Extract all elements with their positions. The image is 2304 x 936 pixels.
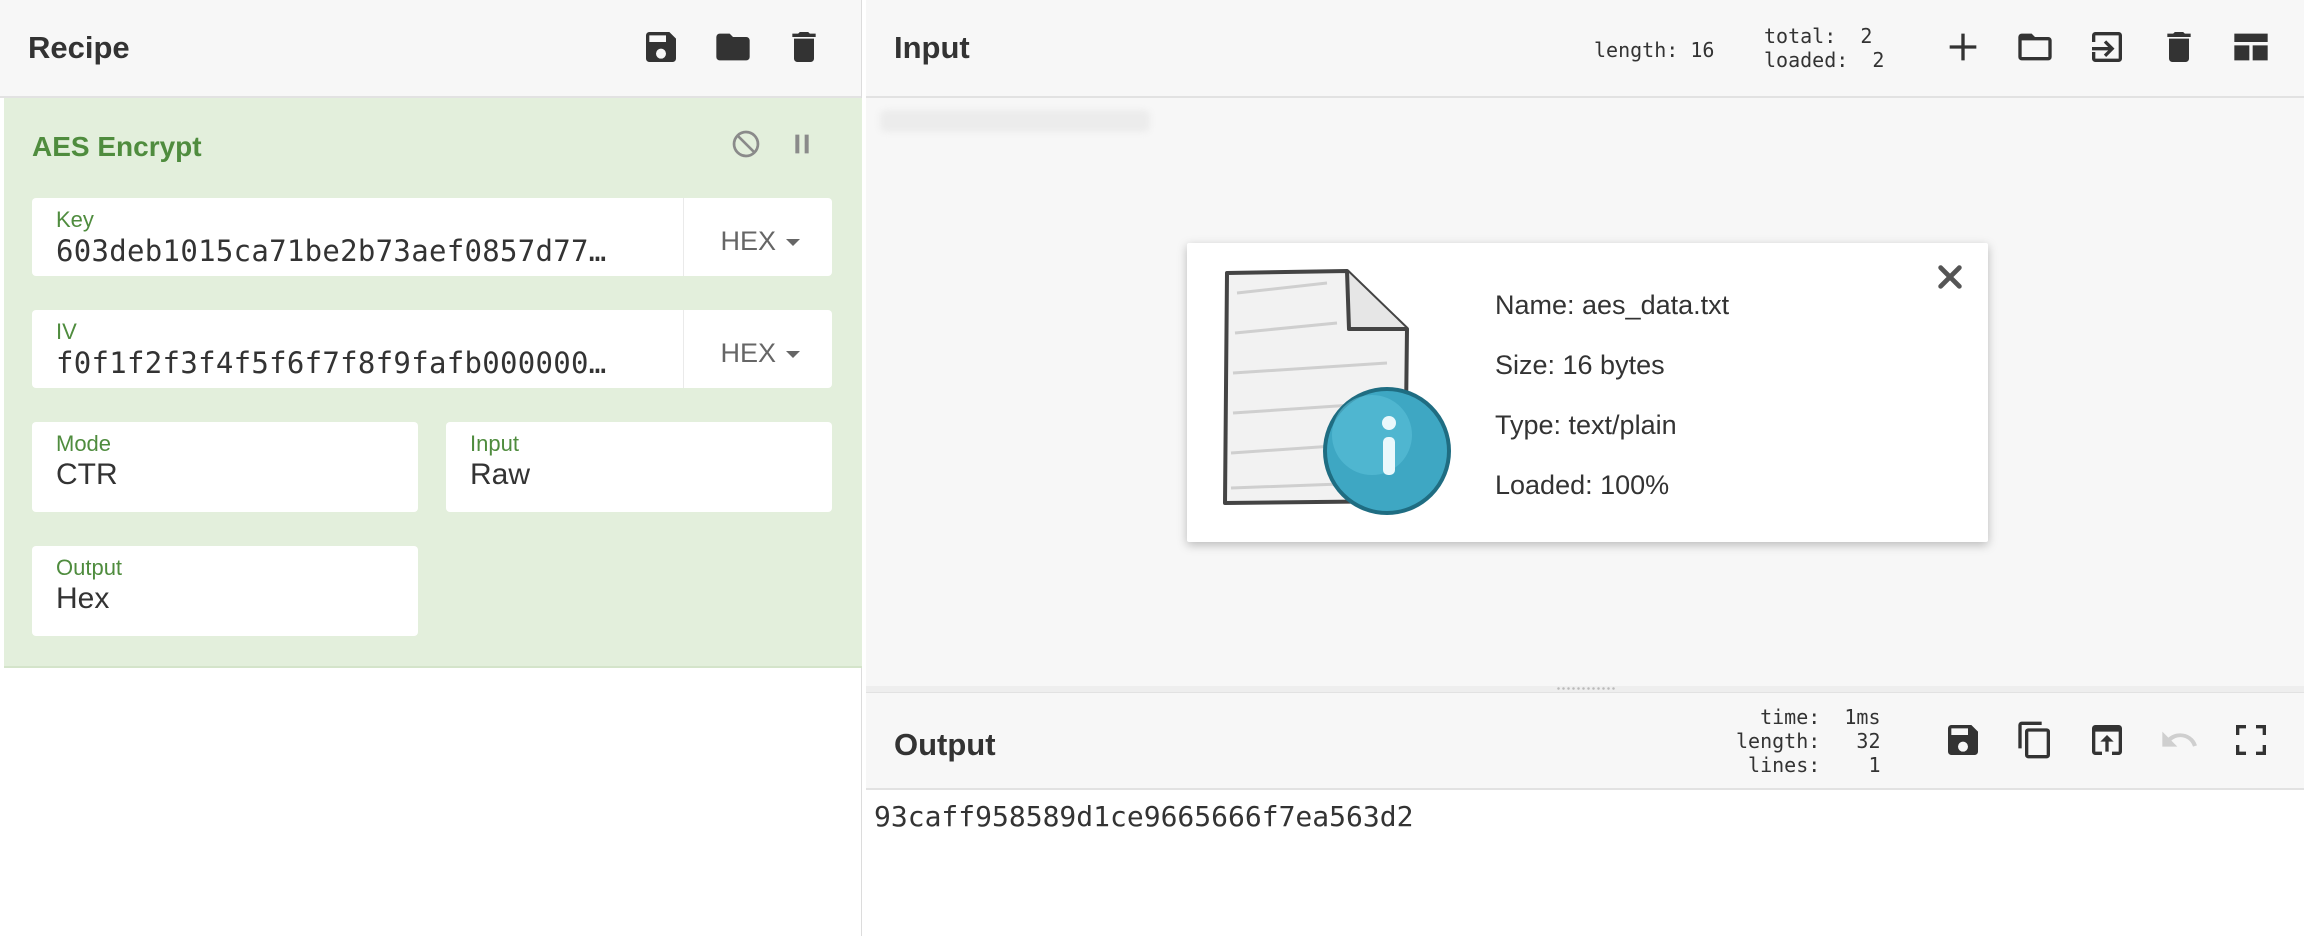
file-type: Type: text/plain [1495,410,1677,440]
iv-label: IV [56,319,77,344]
operation-aes-encrypt[interactable]: AES Encrypt Key 603deb1015ca71be2b73aef0… [4,98,862,668]
undo-icon[interactable] [2158,719,2200,761]
iv-format-dropdown[interactable]: HEX [720,338,800,369]
output-text[interactable]: 93caff958589d1ce9665666f7ea563d2 [874,800,1413,833]
file-name: Name: aes_data.txt [1495,290,1730,320]
chevron-down-icon [786,239,800,246]
input-loaded-stat: loaded: 2 [1764,48,1885,72]
output-panel: Output time: 1ms length: 32 lines: 1 93c… [866,692,2304,936]
key-input[interactable]: 603deb1015ca71be2b73aef0857d77… [56,234,676,268]
copy-output-icon[interactable] [2014,719,2056,761]
file-details-card: Name: aes_data.txt Size: 16 bytes Type: … [1187,243,1988,542]
output-type-arg[interactable]: Output Hex [32,546,418,636]
output-title: Output [894,727,996,762]
iv-input[interactable]: f0f1f2f3f4f5f6f7f8f9fafb000000… [56,346,676,380]
key-format-label: HEX [720,226,776,256]
input-text-area[interactable] [880,110,1150,132]
output-type-label: Output [56,555,123,580]
input-total-stat: total: 2 [1764,24,1873,48]
output-header: Output time: 1ms length: 32 lines: 1 [866,692,2304,790]
recipe-title: Recipe [28,30,130,65]
output-lines-stat: lines: 1 [1736,753,1881,777]
recipe-header: Recipe [0,0,861,98]
recipe-panel: Recipe AES Encrypt Key 603deb1015ca71be2… [0,0,862,936]
fullscreen-icon[interactable] [2230,719,2272,761]
save-recipe-icon[interactable] [640,26,682,68]
disable-operation-icon[interactable] [728,126,764,162]
file-info-icon [1223,269,1451,515]
clear-input-icon[interactable] [2158,26,2200,68]
key-arg[interactable]: Key 603deb1015ca71be2b73aef0857d77… HEX [32,198,832,276]
replace-input-icon[interactable] [2086,719,2128,761]
close-icon[interactable] [1934,261,1966,293]
output-length-stat: length: 32 [1736,729,1881,753]
input-length-stat: length: 16 [1594,38,1715,62]
file-size: Size: 16 bytes [1495,350,1665,380]
iv-arg[interactable]: IV f0f1f2f3f4f5f6f7f8f9fafb000000… HEX [32,310,832,388]
load-recipe-icon[interactable] [712,26,754,68]
operation-title: AES Encrypt [32,131,202,162]
input-header: Input length: 16 total: 2 loaded: 2 [866,0,2304,98]
mode-label: Mode [56,431,112,456]
input-panel: Input length: 16 total: 2 loaded: 2 Name… [866,0,2304,688]
import-file-icon[interactable] [2086,26,2128,68]
clear-recipe-icon[interactable] [783,26,825,68]
input-type-select[interactable]: Raw [470,458,530,492]
iv-format-label: HEX [720,338,776,368]
mode-arg[interactable]: Mode CTR [32,422,418,512]
chevron-down-icon [786,351,800,358]
key-divider [683,198,684,276]
file-loaded: Loaded: 100% [1495,470,1670,500]
add-input-icon[interactable] [1942,26,1984,68]
layout-icon[interactable] [2230,26,2272,68]
input-title: Input [894,30,970,65]
save-output-icon[interactable] [1942,719,1984,761]
mode-select[interactable]: CTR [56,458,118,492]
input-type-arg[interactable]: Input Raw [446,422,832,512]
pause-operation-icon[interactable] [784,126,820,162]
key-format-dropdown[interactable]: HEX [720,226,800,257]
key-label: Key [56,207,94,232]
output-time-stat: time: 1ms [1736,705,1881,729]
iv-divider [683,310,684,388]
output-type-select[interactable]: Hex [56,582,109,616]
input-type-label: Input [470,431,519,456]
open-folder-icon[interactable] [2014,26,2056,68]
